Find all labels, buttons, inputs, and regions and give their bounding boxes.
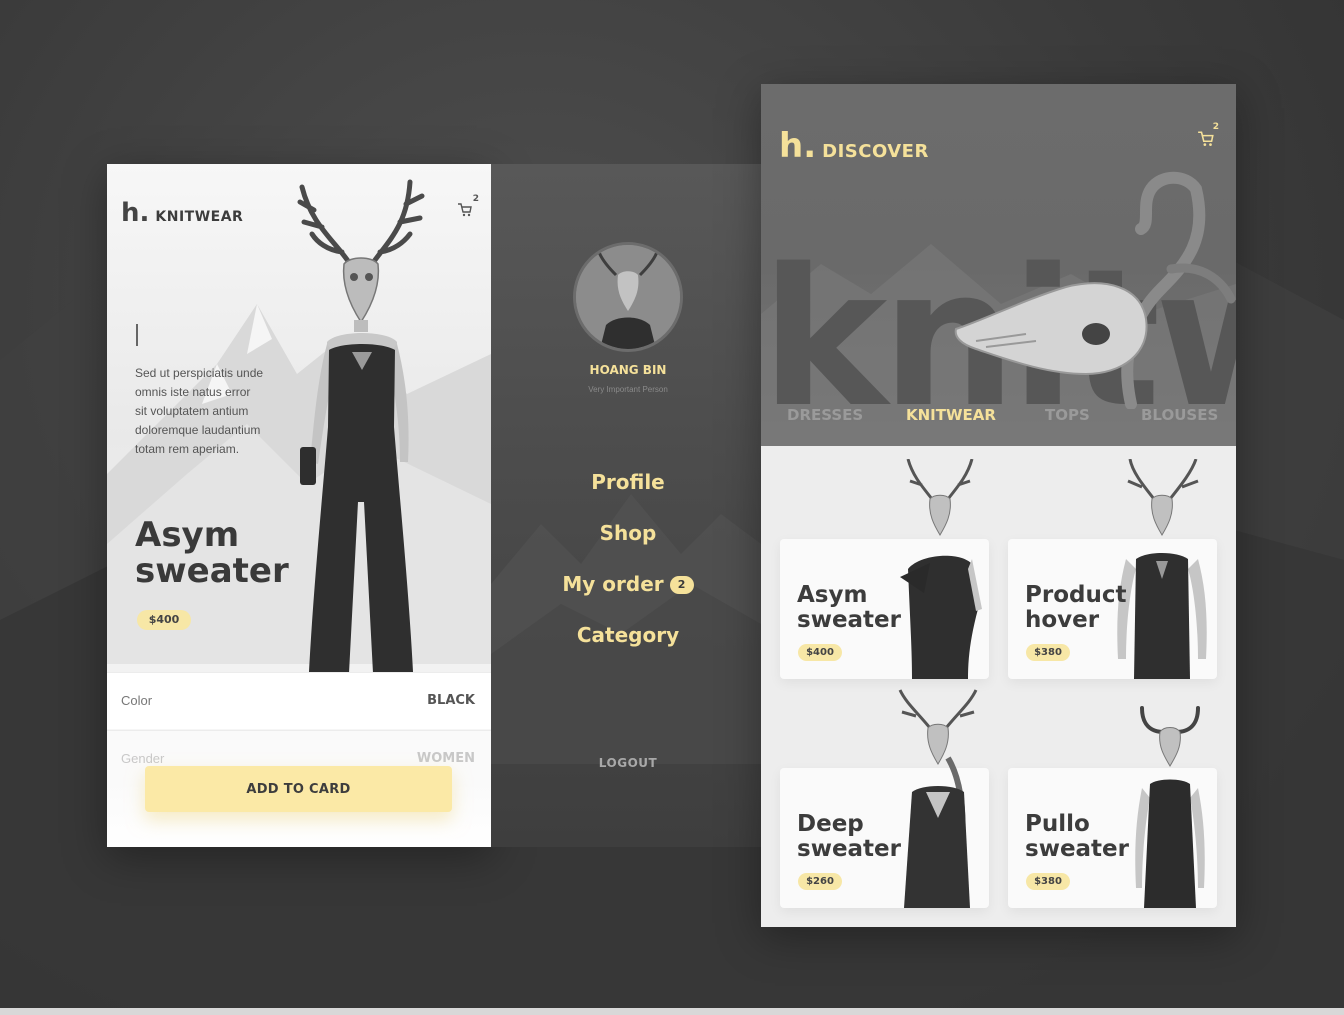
cart-icon [458, 203, 472, 217]
cart-icon [1198, 131, 1214, 146]
product-card-price: $400 [798, 644, 842, 661]
menu-item-label: Category [576, 623, 680, 647]
attribute-value: WOMEN [416, 751, 475, 766]
product-card-image [1117, 459, 1207, 679]
product-card-image [898, 689, 978, 908]
avatar-portrait-image [576, 245, 680, 349]
product-price: $400 [137, 610, 191, 630]
add-to-cart-button[interactable]: ADD TO CARD [145, 766, 452, 812]
product-card[interactable]: Deep sweater $260 [780, 689, 989, 908]
discover-hero: knitw h. DISCOVER 2 DRESSES KNITWEAR TOP… [761, 84, 1236, 446]
side-menu-screen: HOANG BIN Very Important Person Profile … [491, 164, 761, 847]
order-count-badge: 2 [669, 576, 694, 594]
user-avatar[interactable] [573, 242, 683, 352]
attribute-value: BLACK [427, 693, 475, 708]
logout-button[interactable]: LOGOUT [491, 756, 761, 770]
product-card-image [900, 459, 982, 679]
product-card-title: Deep sweater [797, 811, 901, 862]
menu-item-my-order[interactable]: My order 2 [491, 572, 761, 596]
attribute-label: Gender [121, 751, 165, 766]
cart-button[interactable]: 2 [457, 194, 479, 220]
product-card-title: Product hover [1025, 582, 1127, 633]
user-role: Very Important Person [588, 385, 668, 394]
product-detail-screen: h. KNITWEAR 2 Sed ut perspiciatis unde o… [107, 164, 491, 847]
product-card-image [1135, 706, 1205, 908]
product-title: Asym sweater [135, 515, 289, 591]
product-card-title: Pullo sweater [1025, 811, 1129, 862]
attribute-label: Color [121, 693, 153, 708]
product-card-title: Asym sweater [797, 582, 901, 633]
cart-button[interactable]: 2 [1197, 122, 1219, 148]
mountain-backdrop [491, 494, 761, 764]
brand-mark: h. [121, 198, 150, 228]
tab-blouses[interactable]: BLOUSES [1141, 406, 1218, 424]
tab-dresses[interactable]: DRESSES [787, 406, 863, 424]
deer-skull-image [954, 171, 1236, 409]
brand-section-title: DISCOVER [822, 141, 929, 162]
product-card-price: $380 [1026, 873, 1070, 890]
tab-tops[interactable]: TOPS [1045, 406, 1090, 424]
product-card-price: $260 [798, 873, 842, 890]
cart-count: 2 [472, 194, 479, 204]
product-card[interactable]: Product hover $380 [1008, 459, 1217, 679]
tab-knitwear[interactable]: KNITWEAR [906, 406, 996, 424]
product-card[interactable]: Asym sweater $400 [780, 459, 989, 679]
bottom-strip [0, 1008, 1344, 1015]
menu-item-label: My order [562, 572, 664, 596]
brand-mark: h. [779, 126, 817, 166]
product-description: Sed ut perspiciatis unde omnis iste natu… [135, 366, 264, 456]
menu-item-shop[interactable]: Shop [491, 521, 761, 545]
product-card-price: $380 [1026, 644, 1070, 661]
brand-section-title: KNITWEAR [155, 209, 244, 225]
brand-logo[interactable]: h. KNITWEAR [121, 198, 243, 228]
discover-screen: knitw h. DISCOVER 2 DRESSES KNITWEAR TOP… [761, 84, 1236, 927]
user-name: HOANG BIN [589, 363, 667, 377]
attribute-row-color[interactable]: Color BLACK [107, 672, 491, 729]
model-figure-image [297, 179, 425, 692]
product-card[interactable]: Pullo sweater $380 [1008, 706, 1217, 908]
menu-item-profile[interactable]: Profile [491, 470, 761, 494]
brand-logo[interactable]: h. DISCOVER [779, 126, 929, 166]
menu-item-label: Profile [591, 470, 665, 494]
category-tabs: DRESSES KNITWEAR TOPS BLOUSES [761, 406, 1236, 432]
menu-item-category[interactable]: Category [491, 623, 761, 647]
text-cursor [136, 324, 138, 346]
menu-item-label: Shop [599, 521, 657, 545]
